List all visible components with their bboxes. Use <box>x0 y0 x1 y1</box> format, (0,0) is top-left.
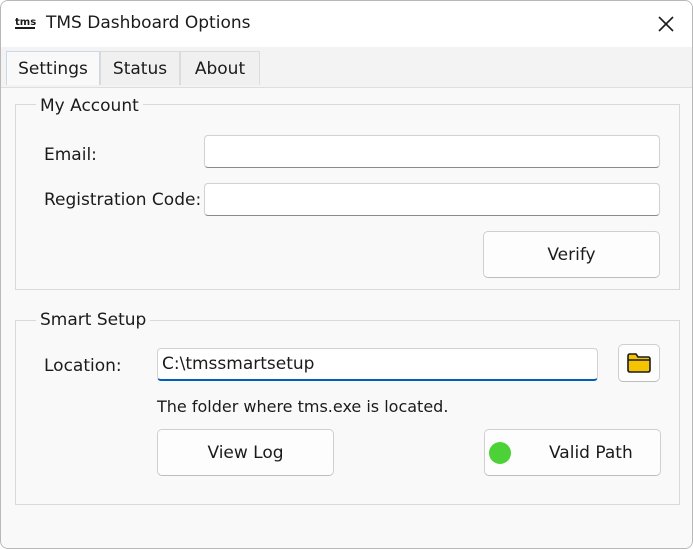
view-log-button[interactable]: View Log <box>157 429 334 476</box>
title-bar: tms TMS Dashboard Options <box>1 1 692 47</box>
valid-status-indicator <box>489 442 511 464</box>
registration-code-field[interactable] <box>204 183 660 216</box>
registration-code-label: Registration Code: <box>44 190 202 210</box>
tab-status[interactable]: Status <box>100 51 180 85</box>
valid-path-label: Valid Path <box>549 443 633 463</box>
window-title: TMS Dashboard Options <box>46 13 251 33</box>
tab-strip: Settings Status About <box>1 47 692 87</box>
options-window: tms TMS Dashboard Options Settings Statu… <box>0 0 693 549</box>
tab-settings[interactable]: Settings <box>6 51 100 85</box>
valid-path-button[interactable]: Valid Path <box>484 429 661 476</box>
email-label: Email: <box>44 145 97 165</box>
my-account-title: My Account <box>36 96 143 116</box>
folder-icon <box>627 353 651 373</box>
verify-button[interactable]: Verify <box>483 231 660 278</box>
location-hint: The folder where tms.exe is located. <box>157 397 449 416</box>
close-button[interactable] <box>647 7 685 41</box>
email-field[interactable] <box>204 135 660 168</box>
tms-app-icon: tms <box>15 15 39 31</box>
location-field[interactable] <box>157 348 598 381</box>
browse-folder-button[interactable] <box>618 344 660 382</box>
app-icon-text: tms <box>15 17 36 28</box>
location-label: Location: <box>44 356 122 376</box>
tab-about[interactable]: About <box>180 51 260 85</box>
smart-setup-title: Smart Setup <box>36 310 151 330</box>
settings-panel: My Account Email: Registration Code: Ver… <box>1 87 692 548</box>
close-icon <box>658 16 674 32</box>
